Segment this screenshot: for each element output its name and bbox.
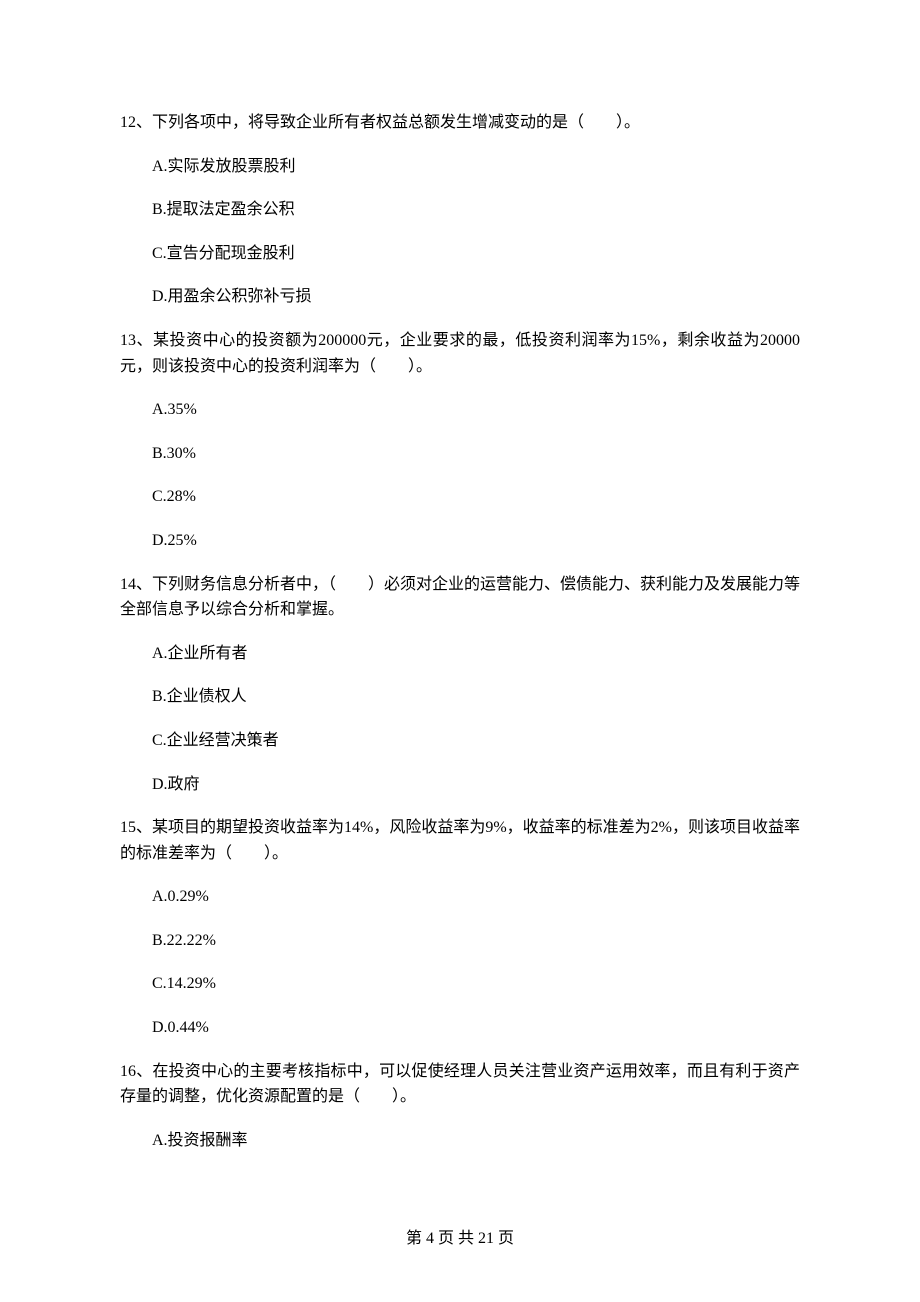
question-13-option-d: D.25% [152, 528, 800, 554]
question-16-stem: 16、在投资中心的主要考核指标中，可以促使经理人员关注营业资产运用效率，而且有利… [120, 1059, 800, 1110]
question-16-options: A.投资报酬率 [120, 1128, 800, 1154]
question-13-option-b: B.30% [152, 441, 800, 467]
question-12-stem: 12、下列各项中，将导致企业所有者权益总额发生增减变动的是（ ）。 [120, 110, 800, 136]
question-14-option-c: C.企业经营决策者 [152, 728, 800, 754]
question-15-stem: 15、某项目的期望投资收益率为14%，风险收益率为9%，收益率的标准差为2%，则… [120, 815, 800, 866]
question-12-option-b: B.提取法定盈余公积 [152, 197, 800, 223]
question-15-option-a: A.0.29% [152, 884, 800, 910]
page-footer: 第 4 页 共 21 页 [0, 1226, 920, 1252]
question-16-option-a: A.投资报酬率 [152, 1128, 800, 1154]
question-15-options: A.0.29% B.22.22% C.14.29% D.0.44% [120, 884, 800, 1040]
question-12-option-d: D.用盈余公积弥补亏损 [152, 284, 800, 310]
page-content: 12、下列各项中，将导致企业所有者权益总额发生增减变动的是（ ）。 A.实际发放… [0, 0, 920, 1153]
question-15-option-b: B.22.22% [152, 928, 800, 954]
question-13-option-c: C.28% [152, 484, 800, 510]
question-12-option-c: C.宣告分配现金股利 [152, 241, 800, 267]
question-13-option-a: A.35% [152, 397, 800, 423]
question-14-option-d: D.政府 [152, 772, 800, 798]
question-15-option-c: C.14.29% [152, 971, 800, 997]
question-14-option-a: A.企业所有者 [152, 641, 800, 667]
question-12-option-a: A.实际发放股票股利 [152, 154, 800, 180]
question-14-stem: 14、下列财务信息分析者中，（ ）必须对企业的运营能力、偿债能力、获利能力及发展… [120, 572, 800, 623]
question-15-option-d: D.0.44% [152, 1015, 800, 1041]
question-13-stem: 13、某投资中心的投资额为200000元，企业要求的最，低投资利润率为15%，剩… [120, 328, 800, 379]
question-14-options: A.企业所有者 B.企业债权人 C.企业经营决策者 D.政府 [120, 641, 800, 797]
question-13-options: A.35% B.30% C.28% D.25% [120, 397, 800, 553]
question-12-options: A.实际发放股票股利 B.提取法定盈余公积 C.宣告分配现金股利 D.用盈余公积… [120, 154, 800, 310]
question-14-option-b: B.企业债权人 [152, 684, 800, 710]
